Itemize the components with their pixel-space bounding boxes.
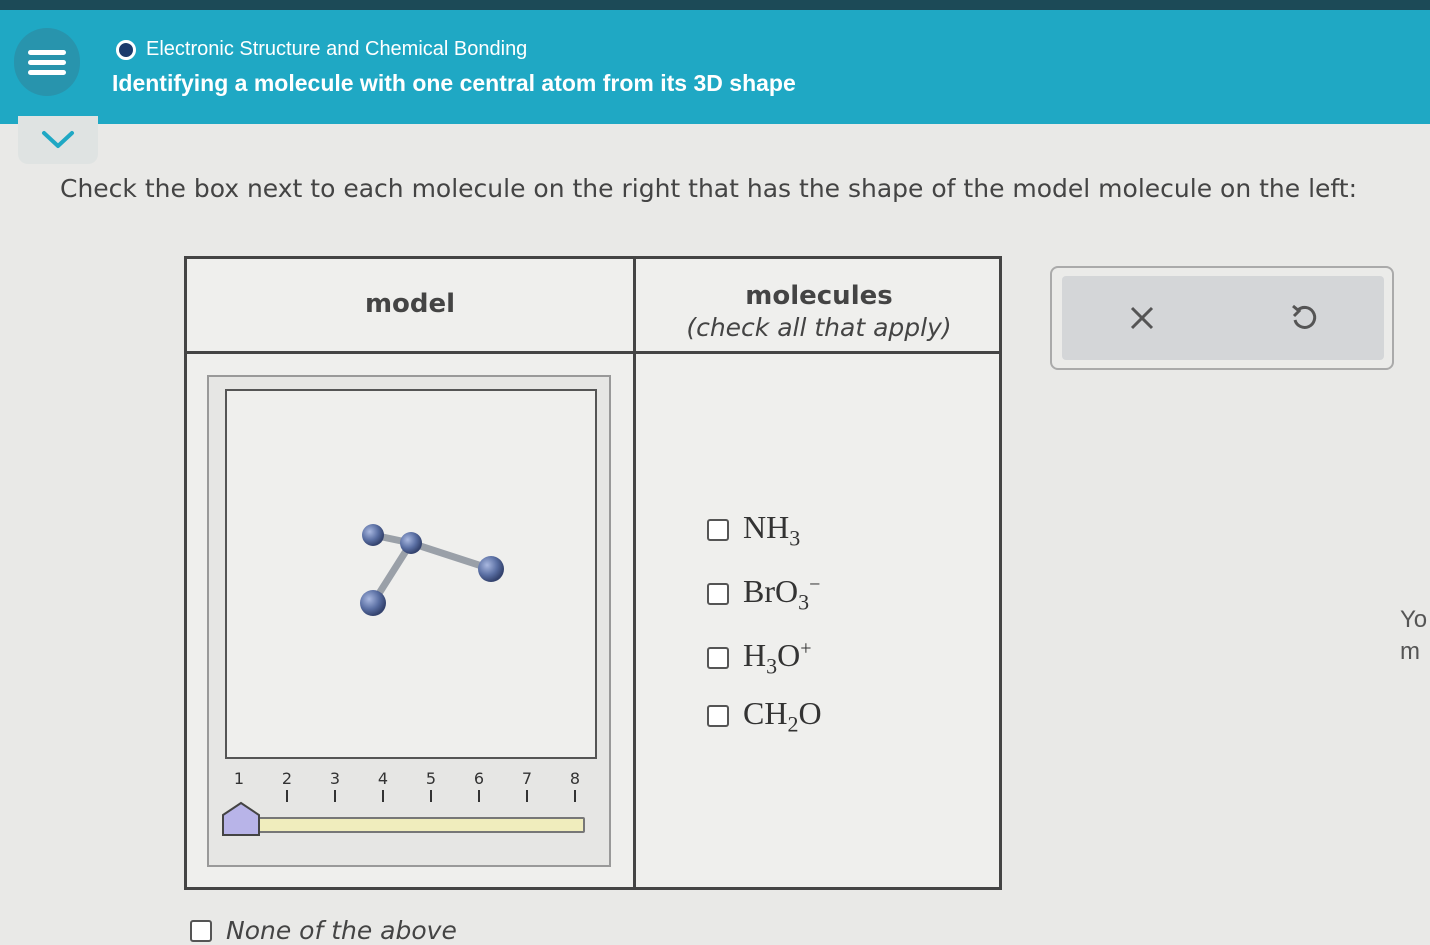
option-nh3[interactable]: NH3 <box>707 509 800 551</box>
formula-nh3: NH3 <box>743 509 801 551</box>
option-bro3[interactable]: BrO3− <box>707 573 820 615</box>
progress-dot-icon <box>116 39 136 60</box>
slider-ticks: 1 2 3 4 5 6 7 8 <box>209 769 613 809</box>
outer-atom <box>362 524 384 546</box>
none-of-the-above-option[interactable]: None of the above <box>190 916 457 945</box>
x-icon <box>1130 306 1154 330</box>
header-bar: Electronic Structure and Chemical Bondin… <box>0 10 1430 124</box>
undo-icon <box>1292 304 1317 329</box>
top-strip <box>0 0 1430 10</box>
central-atom <box>400 532 422 554</box>
slider-tick-label: 5 <box>421 769 441 802</box>
model-header: model <box>364 289 456 319</box>
molecule-3d-view[interactable] <box>225 389 597 759</box>
page-title: Identifying a molecule with one central … <box>112 70 796 96</box>
slider-handle[interactable] <box>221 801 261 837</box>
side-text-line: m <box>1400 638 1420 665</box>
chevron-down-icon <box>42 131 74 148</box>
collapse-toggle[interactable] <box>18 116 98 164</box>
menu-button[interactable] <box>14 28 80 96</box>
side-text-line: Yo <box>1400 606 1428 633</box>
tool-box-inner <box>1062 276 1384 360</box>
answer-table: model molecules (check all that apply) 1… <box>184 256 1002 890</box>
zoom-slider-track[interactable] <box>253 817 585 833</box>
side-panel-text: Yo m <box>1400 604 1427 668</box>
undo-button[interactable] <box>1280 294 1328 342</box>
model-viewer: 1 2 3 4 5 6 7 8 <box>207 375 611 867</box>
tool-box <box>1050 266 1394 370</box>
clear-button[interactable] <box>1118 294 1166 342</box>
checkbox-bro3[interactable] <box>707 583 729 606</box>
checkbox-nh3[interactable] <box>707 519 729 542</box>
hamburger-icon <box>28 45 66 80</box>
outer-atom <box>360 590 386 616</box>
slider-tick-label: 4 <box>373 769 393 802</box>
outer-atom <box>478 556 504 582</box>
topic-row: Electronic Structure and Chemical Bondin… <box>116 38 527 61</box>
topic-label: Electronic Structure and Chemical Bondin… <box>146 38 528 60</box>
formula-h3o: H3O+ <box>743 637 812 679</box>
molecules-header-title: molecules <box>745 281 893 311</box>
checkbox-none[interactable] <box>190 919 212 942</box>
slider-tick-label: 6 <box>469 769 489 802</box>
option-ch2o[interactable]: CH2O <box>707 695 822 737</box>
molecules-header-subtitle: (check all that apply) <box>686 313 952 342</box>
slider-tick-label: 2 <box>277 769 297 802</box>
checkbox-ch2o[interactable] <box>707 705 729 728</box>
slider-tick-label: 7 <box>517 769 537 802</box>
formula-ch2o: CH2O <box>743 695 822 737</box>
formula-bro3: BrO3− <box>743 573 821 615</box>
row-divider <box>187 351 999 354</box>
slider-tick-label: 1 <box>233 769 245 788</box>
option-h3o[interactable]: H3O+ <box>707 637 812 679</box>
slider-tick-label: 8 <box>565 769 585 802</box>
none-of-the-above-label: None of the above <box>226 916 457 945</box>
instruction-text: Check the box next to each molecule on t… <box>60 174 1357 203</box>
slider-tick-label: 3 <box>325 769 345 802</box>
molecule-model[interactable] <box>227 391 595 757</box>
checkbox-h3o[interactable] <box>707 647 729 670</box>
molecules-header: molecules (check all that apply) <box>636 281 1002 342</box>
